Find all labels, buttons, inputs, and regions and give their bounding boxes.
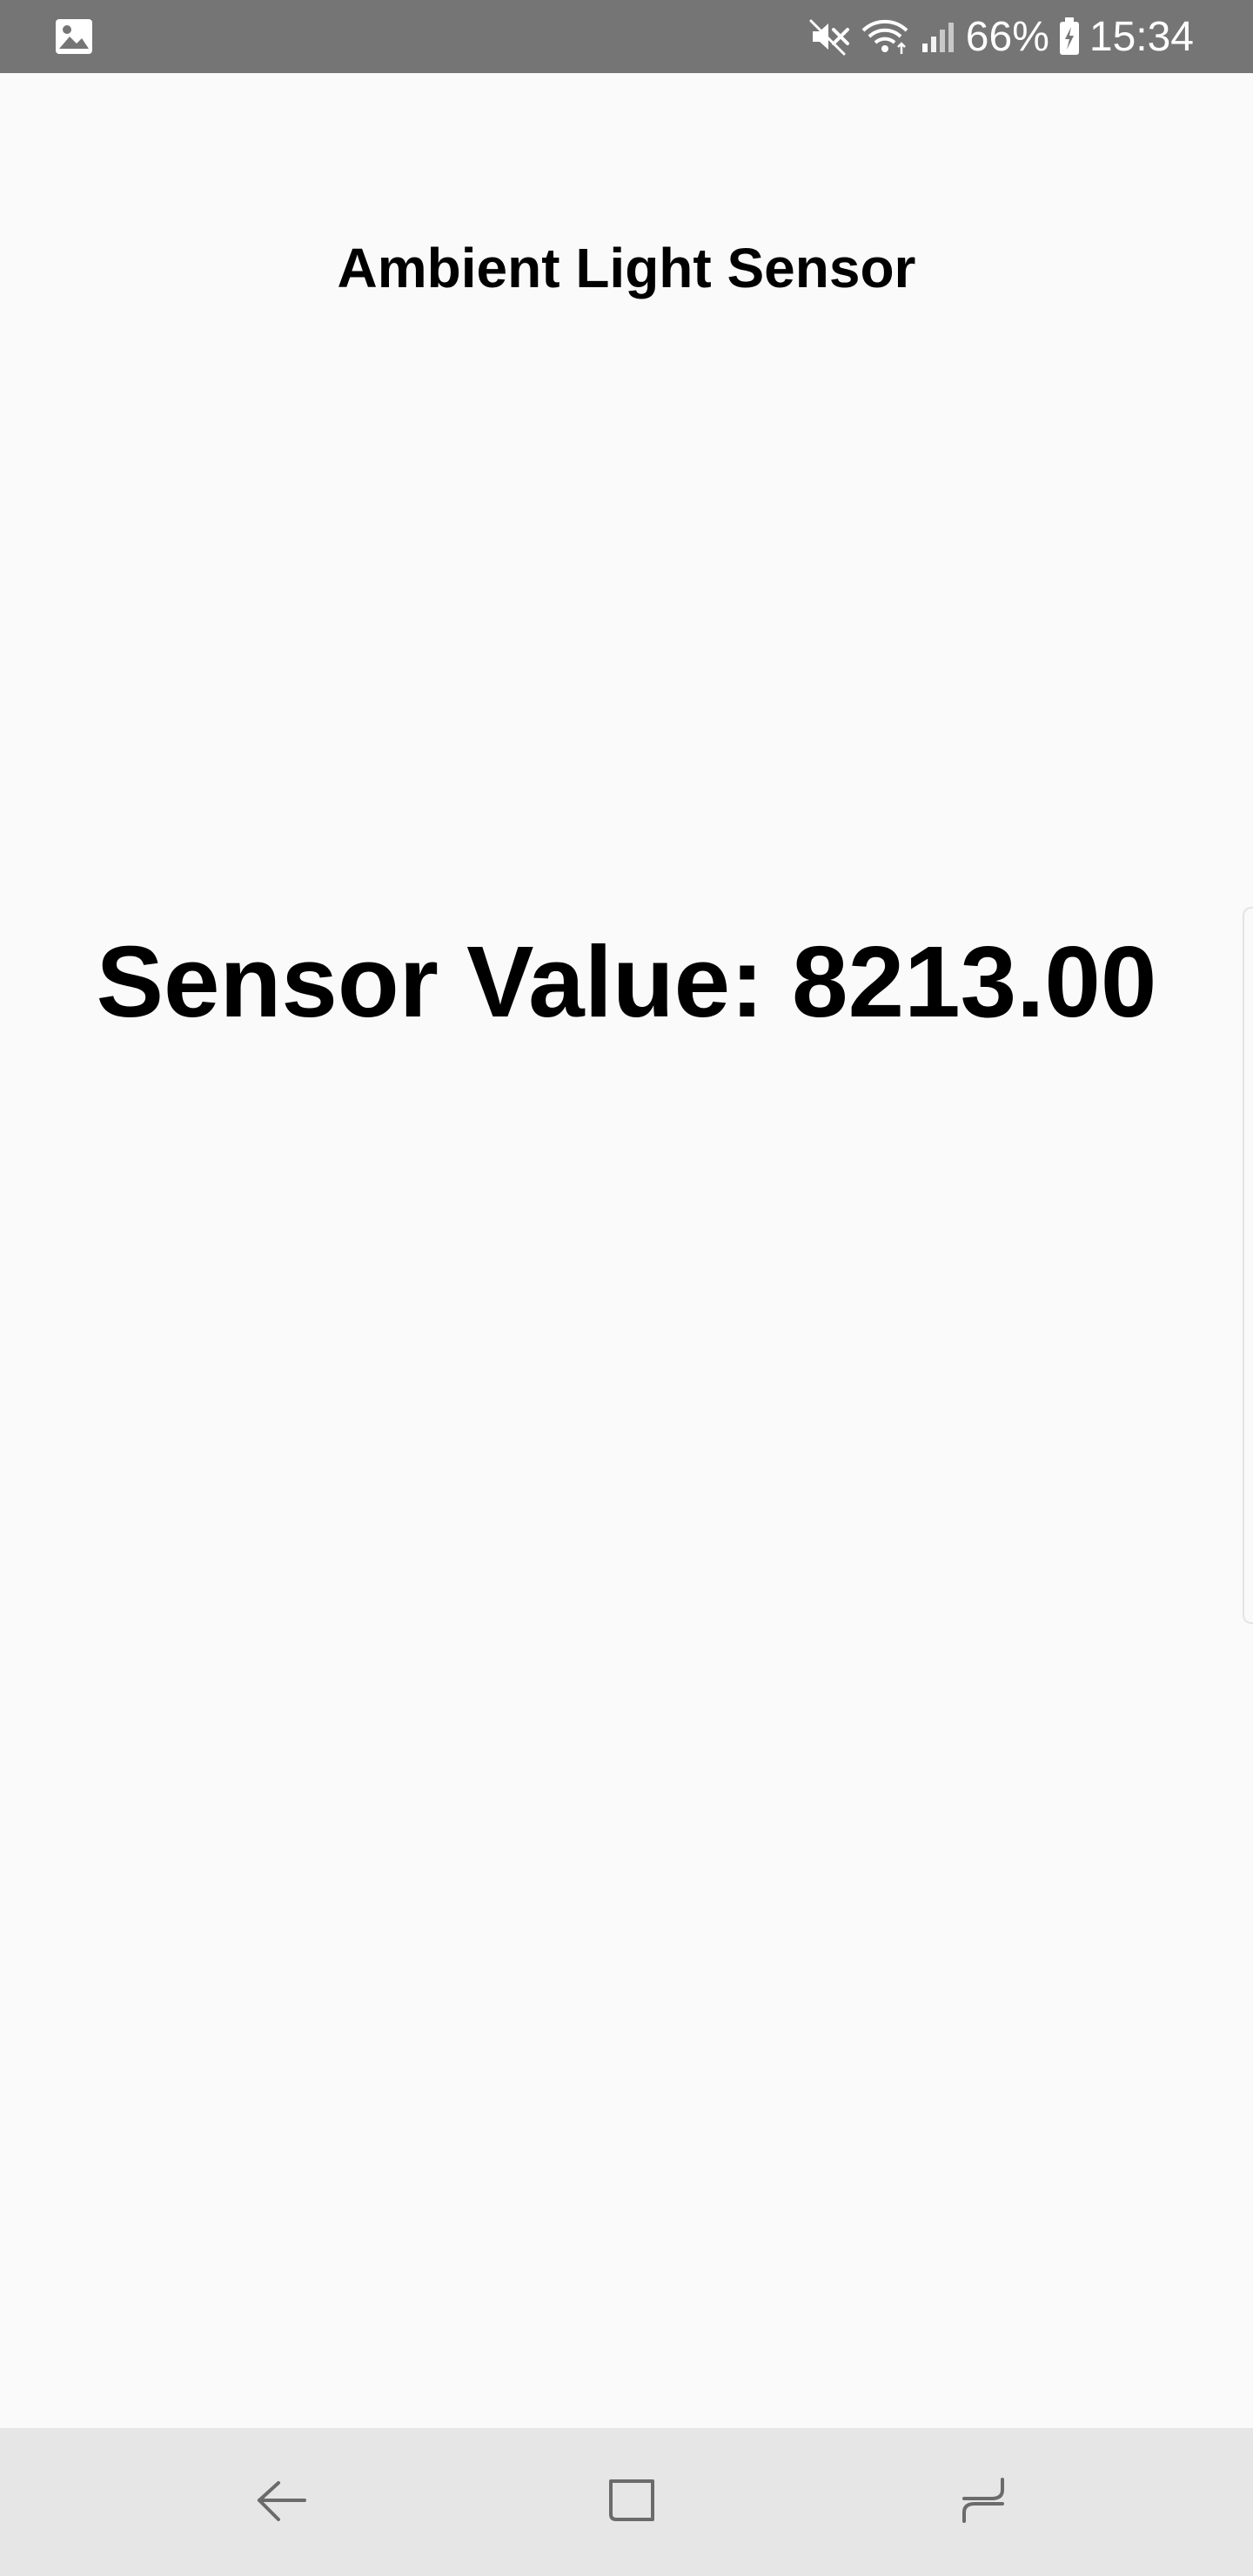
clock: 15:34 [1089,13,1194,60]
recents-button[interactable] [914,2428,1053,2576]
image-notification-icon [54,17,94,56]
back-button[interactable] [212,2428,352,2576]
mute-icon [809,17,851,56]
sensor-value-readout: Sensor Value: 8213.00 [96,925,1157,1038]
wifi-icon [860,17,910,56]
status-bar: 66% 15:34 [0,0,1253,73]
signal-icon [919,17,957,56]
edge-panel-handle[interactable] [1243,907,1253,1624]
status-icons: 66% 15:34 [809,0,1194,73]
battery-percent: 66% [965,13,1049,60]
recents-icon [955,2472,1011,2532]
page-title: Ambient Light Sensor [337,237,916,299]
navigation-bar [0,2428,1253,2576]
home-button[interactable] [562,2428,701,2576]
back-icon [254,2472,310,2532]
home-icon [604,2472,660,2532]
battery-charging-icon [1058,17,1081,57]
